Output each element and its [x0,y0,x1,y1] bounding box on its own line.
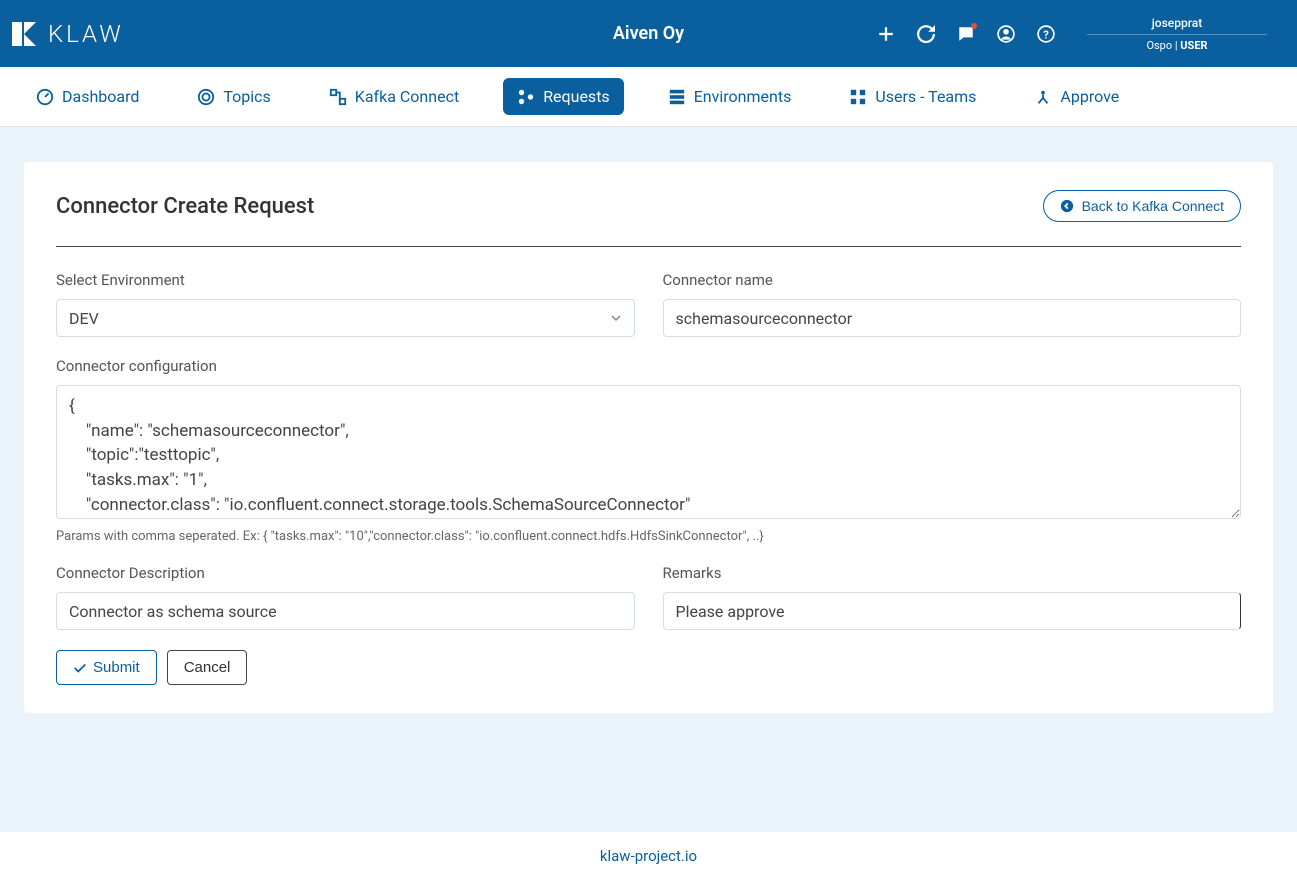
chevron-down-icon [610,312,622,324]
refresh-icon[interactable] [917,25,935,43]
app-header: KLAW Aiven Oy ? josepprat [0,0,1297,67]
arrow-left-circle-icon [1060,199,1074,213]
back-to-kafka-connect-button[interactable]: Back to Kafka Connect [1043,190,1241,222]
gauge-icon [36,88,54,106]
nav-kafka-connect[interactable]: Kafka Connect [315,78,473,115]
klaw-logo-icon [10,20,38,48]
connector-name-input[interactable] [663,299,1242,337]
nav-dashboard[interactable]: Dashboard [22,78,153,115]
main-nav: Dashboard Topics Kafka Connect Requests … [0,67,1297,127]
env-label: Select Environment [56,271,635,289]
environment-select[interactable]: DEV [56,299,635,337]
submit-label: Submit [93,659,140,676]
help-icon[interactable]: ? [1037,25,1055,43]
tripod-icon [1034,88,1052,106]
logo[interactable]: KLAW [10,20,124,48]
user-icon[interactable] [997,25,1015,43]
add-icon[interactable] [877,25,895,43]
cancel-button[interactable]: Cancel [167,650,248,685]
remarks-label: Remarks [663,564,1242,582]
description-label: Connector Description [56,564,635,582]
page-title: Connector Create Request [56,194,314,219]
grid-icon [849,88,867,106]
submit-button[interactable]: Submit [56,650,157,685]
username: josepprat [1087,16,1267,30]
environment-value: DEV [69,309,99,328]
nav-topics[interactable]: Topics [183,78,284,115]
user-team-role: Ospo | USER [1087,39,1267,52]
nav-label: Kafka Connect [355,87,459,106]
back-button-label: Back to Kafka Connect [1082,198,1224,214]
nav-approve[interactable]: Approve [1020,78,1133,115]
connector-description-input[interactable] [56,592,635,630]
nav-label: Users - Teams [875,87,976,106]
target-icon [197,88,215,106]
nav-users-teams[interactable]: Users - Teams [835,78,990,115]
remarks-input[interactable] [663,592,1242,630]
nav-label: Requests [543,87,610,106]
connector-config-textarea[interactable] [56,385,1241,519]
check-icon [73,661,87,675]
network-icon [517,88,535,106]
nav-label: Environments [694,87,792,106]
nav-requests[interactable]: Requests [503,78,624,115]
user-panel[interactable]: josepprat Ospo | USER [1077,16,1277,52]
connector-name-label: Connector name [663,271,1242,289]
nav-label: Dashboard [62,87,139,106]
chat-icon[interactable] [957,25,975,43]
connect-icon [329,88,347,106]
nav-label: Approve [1060,87,1119,106]
config-helper-text: Params with comma seperated. Ex: { "task… [56,529,1241,544]
footer: klaw-project.io [0,832,1297,880]
nav-label: Topics [223,87,270,106]
app-name: KLAW [48,20,124,48]
request-card: Connector Create Request Back to Kafka C… [24,162,1273,713]
server-icon [668,88,686,106]
footer-link[interactable]: klaw-project.io [600,847,697,865]
nav-environments[interactable]: Environments [654,78,806,115]
config-label: Connector configuration [56,357,1241,375]
company-name: Aiven Oy [613,23,684,44]
svg-text:?: ? [1043,28,1049,41]
notification-dot [971,23,977,29]
